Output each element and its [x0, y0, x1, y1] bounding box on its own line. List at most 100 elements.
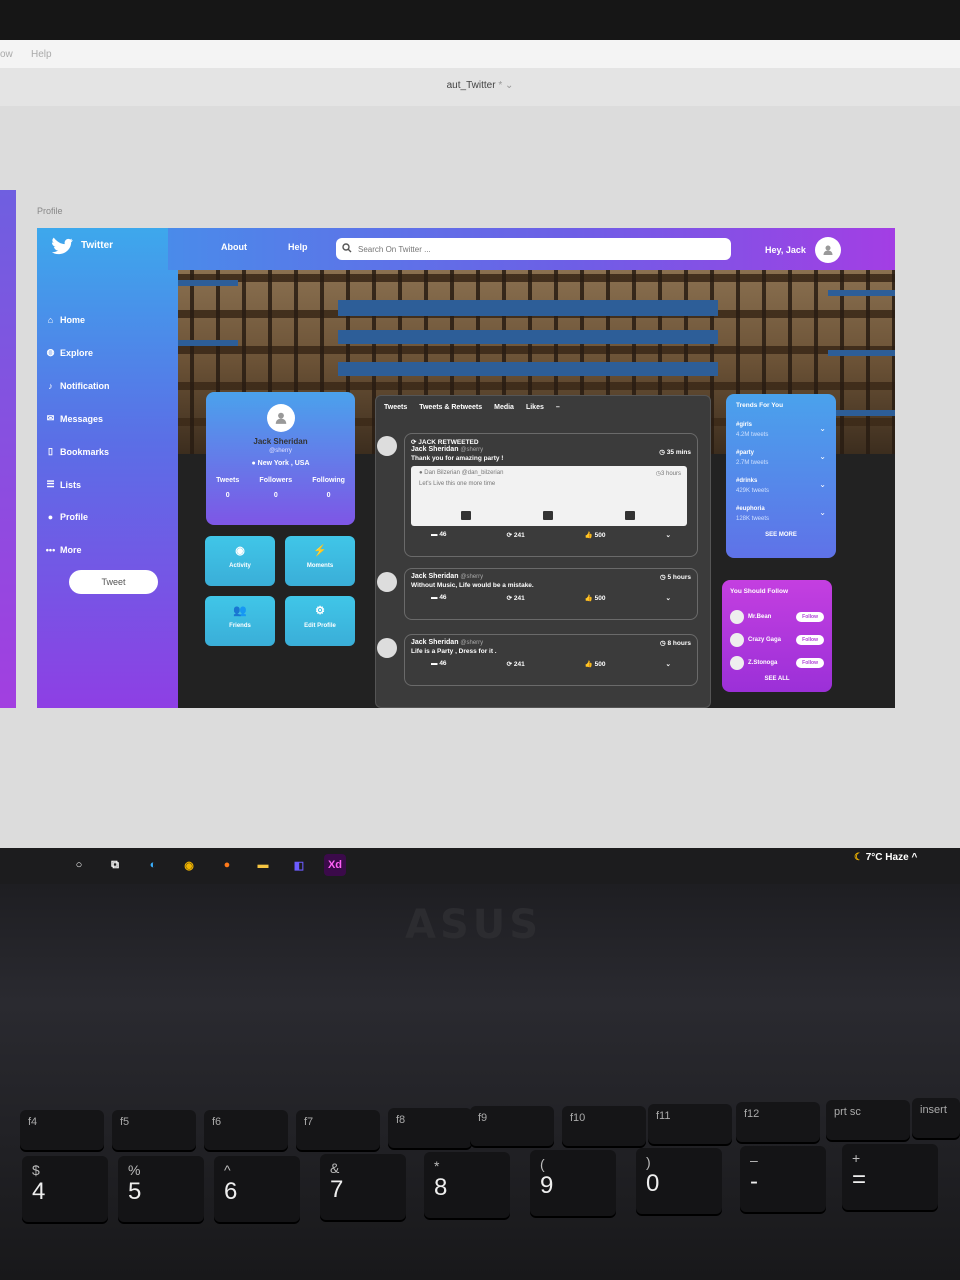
- firefox-icon[interactable]: ●: [216, 854, 238, 876]
- activity-tile[interactable]: ◉ Activity: [205, 536, 275, 586]
- stat-followers[interactable]: Followers 0: [259, 477, 292, 499]
- tweet-card[interactable]: Jack Sheridan @sherry Without Music, Lif…: [404, 568, 698, 620]
- comment-button[interactable]: ▬ 46: [431, 531, 447, 539]
- avatar[interactable]: [730, 632, 744, 647]
- tweet-avatar[interactable]: [377, 436, 397, 456]
- tab-likes[interactable]: Likes: [526, 404, 544, 411]
- retweet-button[interactable]: ⟳ 241: [507, 531, 525, 539]
- moments-tile[interactable]: ⚡ Moments: [285, 536, 355, 586]
- sidebar-item-messages[interactable]: ✉ Messages: [45, 413, 103, 424]
- key-4[interactable]: $4: [22, 1156, 108, 1222]
- stat-following[interactable]: Following 0: [312, 477, 345, 499]
- tweet-avatar[interactable]: [377, 638, 397, 658]
- comment-button[interactable]: ▬ 46: [431, 594, 447, 602]
- see-all-link[interactable]: SEE ALL: [730, 676, 824, 682]
- comment-button[interactable]: ▬ 46: [431, 660, 447, 668]
- sidebar-item-more[interactable]: ••• More: [45, 544, 82, 555]
- image-icon[interactable]: [543, 511, 553, 520]
- menu-item-partial[interactable]: ow: [0, 49, 13, 60]
- sidebar-item-notification[interactable]: ♪ Notification: [45, 380, 109, 391]
- like-button[interactable]: 👍 500: [585, 531, 606, 539]
- chevron-down-icon[interactable]: ⌄: [666, 531, 671, 539]
- quoted-tweet[interactable]: ● Dan Bilzerian @dan_bilzerian ◷3 hours …: [411, 466, 687, 526]
- chevron-up-icon[interactable]: ^: [911, 852, 917, 863]
- key-f8[interactable]: f8: [388, 1108, 472, 1148]
- key-0[interactable]: ) 0: [636, 1148, 722, 1214]
- key-f12[interactable]: f12: [736, 1102, 820, 1142]
- key-f11[interactable]: f11: [648, 1104, 732, 1144]
- chrome-icon[interactable]: ◉: [178, 854, 200, 876]
- follow-name[interactable]: Mr.Bean: [748, 614, 792, 620]
- stat-tweets[interactable]: Tweets 0: [216, 477, 239, 499]
- avatar[interactable]: [730, 609, 744, 624]
- artboard-label[interactable]: Profile: [37, 206, 63, 216]
- key-f9[interactable]: f9: [470, 1106, 554, 1146]
- follow-name[interactable]: Crazy Gaga: [748, 637, 792, 643]
- edge-icon[interactable]: ◐: [142, 854, 164, 876]
- search-box[interactable]: [336, 238, 731, 260]
- key-equals[interactable]: + =: [842, 1144, 938, 1210]
- like-button[interactable]: 👍 500: [585, 594, 606, 602]
- sidebar-item-home[interactable]: ⌂ Home: [45, 314, 85, 325]
- tweet-button[interactable]: Tweet: [69, 570, 158, 594]
- tweet-avatar[interactable]: [377, 572, 397, 592]
- key-7[interactable]: & 7: [320, 1154, 406, 1220]
- tweet-author[interactable]: Jack Sheridan @sherry: [411, 573, 691, 580]
- sidebar-item-bookmarks[interactable]: ▯ Bookmarks: [45, 446, 109, 457]
- trend-item[interactable]: #drinks 429K tweets ⌄: [736, 478, 826, 506]
- key-minus[interactable]: – -: [740, 1146, 826, 1212]
- adobe-xd-icon[interactable]: Xd: [324, 854, 346, 876]
- key-prtsc[interactable]: prt sc: [826, 1100, 910, 1140]
- trend-item[interactable]: #girls 4.2M tweets ⌄: [736, 422, 826, 450]
- key-6[interactable]: ^ 6: [214, 1156, 300, 1222]
- image-icon[interactable]: [625, 511, 635, 520]
- key-5[interactable]: % 5: [118, 1156, 204, 1222]
- image-icon[interactable]: [461, 511, 471, 520]
- follow-button[interactable]: Follow: [796, 657, 824, 668]
- like-button[interactable]: 👍 500: [585, 660, 606, 668]
- user-avatar[interactable]: [815, 237, 841, 263]
- artboard-profile[interactable]: Twitter ⌂ Home ◍ Explore ♪ Notification …: [37, 228, 895, 708]
- menu-item-help[interactable]: Help: [31, 49, 52, 60]
- file-explorer-icon[interactable]: ▬: [252, 854, 274, 876]
- key-f6[interactable]: f6: [204, 1110, 288, 1150]
- key-f5[interactable]: f5: [112, 1110, 196, 1150]
- task-view-icon[interactable]: ⧉: [104, 854, 126, 876]
- tweet-card[interactable]: ⟳ JACK RETWEETED Jack Sheridan @sherry T…: [404, 433, 698, 557]
- meet-icon[interactable]: ◧: [288, 854, 310, 876]
- tab-more[interactable]: –: [556, 404, 560, 411]
- help-link[interactable]: Help: [288, 242, 308, 252]
- edit-profile-tile[interactable]: ⚙ Edit Profile: [285, 596, 355, 646]
- trend-item[interactable]: #euphoria 128K tweets ⌄: [736, 506, 826, 534]
- profile-avatar[interactable]: [266, 404, 295, 432]
- follow-button[interactable]: Follow: [796, 611, 824, 622]
- trend-item[interactable]: #party 2.7M tweets ⌄: [736, 450, 826, 478]
- chevron-down-icon[interactable]: ⌄: [666, 594, 671, 602]
- follow-name[interactable]: Z.Stonoga: [748, 660, 792, 666]
- retweet-button[interactable]: ⟳ 241: [507, 660, 525, 668]
- sidebar-item-explore[interactable]: ◍ Explore: [45, 347, 93, 358]
- tweet-author[interactable]: Jack Sheridan @sherry: [411, 446, 691, 453]
- tab-tweets-retweets[interactable]: Tweets & Retweets: [419, 404, 482, 411]
- tweet-card[interactable]: Jack Sheridan @sherry Life is a Party , …: [404, 634, 698, 686]
- retweet-button[interactable]: ⟳ 241: [507, 594, 525, 602]
- weather-widget[interactable]: ☾ 7°C Haze ^: [854, 852, 917, 863]
- friends-tile[interactable]: 👥 Friends: [205, 596, 275, 646]
- key-9[interactable]: (9: [530, 1150, 616, 1216]
- key-f10[interactable]: f10: [562, 1106, 646, 1146]
- sidebar-item-lists[interactable]: ☰ Lists: [45, 479, 81, 490]
- search-input[interactable]: [358, 244, 698, 254]
- key-insert[interactable]: insert: [912, 1098, 960, 1138]
- brand[interactable]: Twitter: [51, 234, 113, 256]
- tweet-author[interactable]: Jack Sheridan @sherry: [411, 639, 691, 646]
- about-link[interactable]: About: [221, 242, 247, 252]
- key-f4[interactable]: f4: [20, 1110, 104, 1150]
- chevron-down-icon[interactable]: ⌄: [666, 660, 671, 668]
- tab-tweets[interactable]: Tweets: [384, 404, 407, 411]
- avatar[interactable]: [730, 655, 744, 670]
- tab-media[interactable]: Media: [494, 404, 514, 411]
- key-f7[interactable]: f7: [296, 1110, 380, 1150]
- document-title[interactable]: aut_Twitter * ⌄: [0, 80, 960, 91]
- key-8[interactable]: * 8: [424, 1152, 510, 1218]
- follow-button[interactable]: Follow: [796, 634, 824, 645]
